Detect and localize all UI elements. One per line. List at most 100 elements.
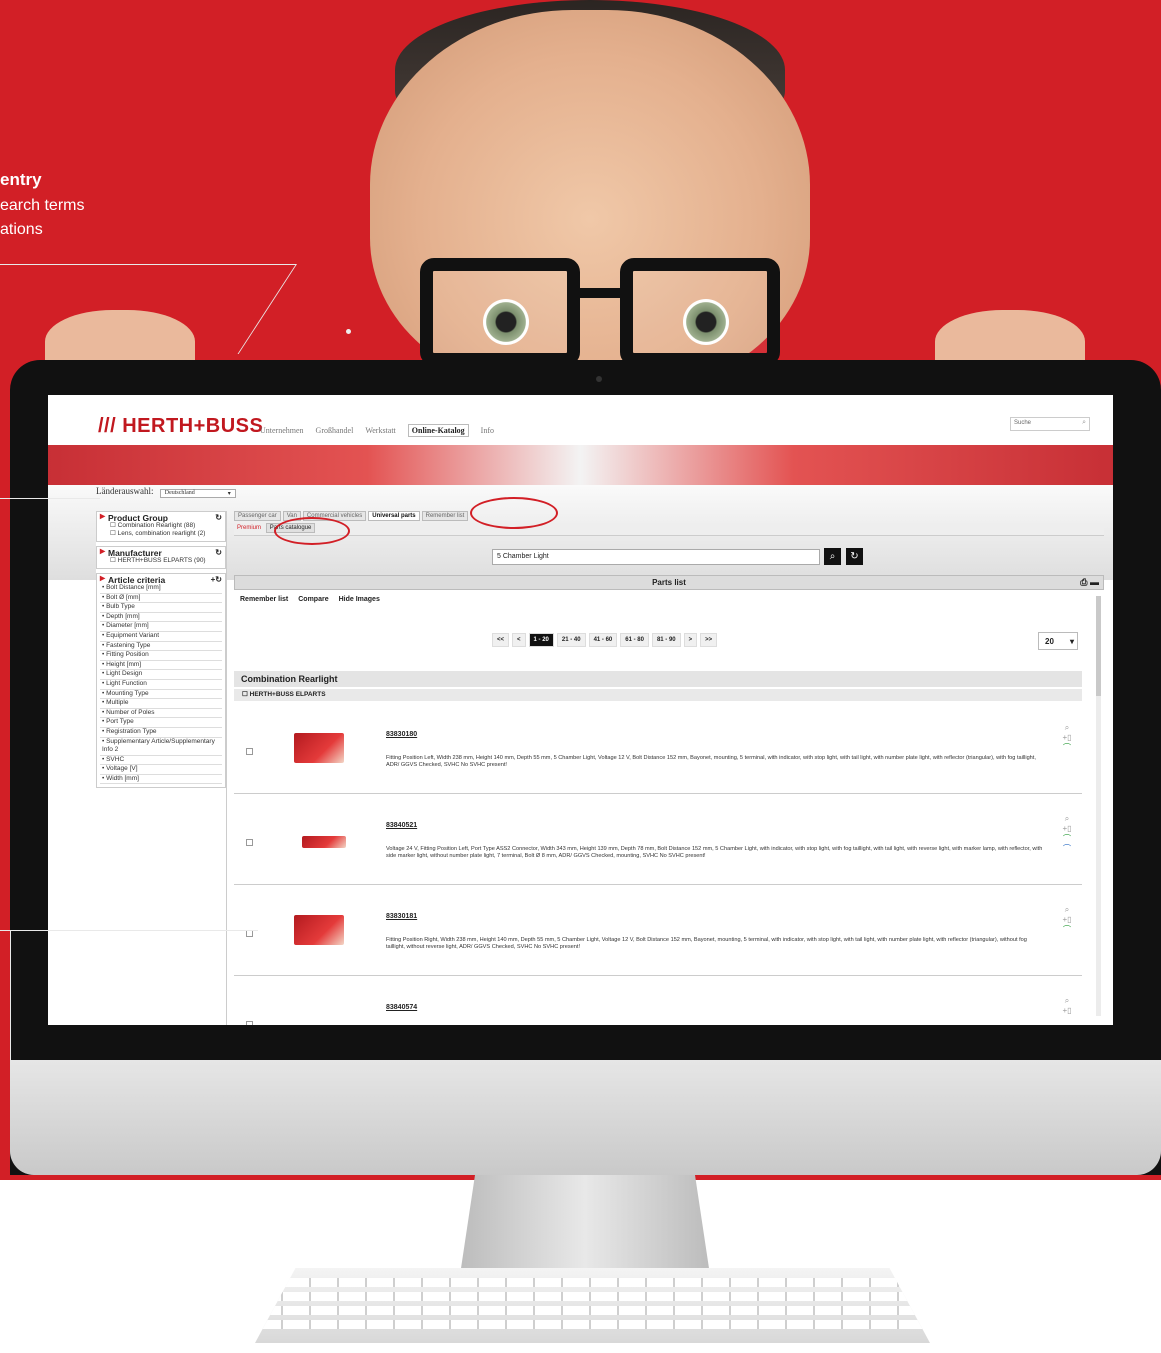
site-search-input[interactable]: Suche ⌕	[1010, 417, 1090, 431]
criteria-item[interactable]: • Registration Type	[100, 728, 222, 738]
page-61-80[interactable]: 61 - 80	[620, 633, 649, 647]
criteria-item[interactable]: • Bulb Type	[100, 603, 222, 613]
article-checkbox[interactable]	[246, 839, 253, 846]
criteria-item[interactable]: • Supplementary Article/Supplementary In…	[100, 738, 222, 756]
nav-item-grosshandel[interactable]: Großhandel	[316, 426, 354, 437]
fitment-icon[interactable]: ⌒	[1060, 925, 1074, 935]
article-description: Fitting Position Right, Width 238 mm, He…	[386, 937, 1027, 950]
page-last[interactable]: >>	[700, 633, 718, 647]
page-next[interactable]: >	[683, 633, 698, 647]
criteria-item[interactable]: • Port Type	[100, 718, 222, 728]
fitment-icon[interactable]: ⌒	[1060, 743, 1074, 753]
article-row: 83840521 Voltage 24 V, Fitting Position …	[234, 794, 1082, 885]
article-image[interactable]	[294, 915, 344, 945]
fitment-icon[interactable]: ⌒	[1060, 834, 1074, 844]
hide-images-button[interactable]: Hide Images	[339, 596, 380, 603]
site-search-placeholder: Suche	[1014, 420, 1032, 426]
nav-item-info[interactable]: Info	[481, 426, 494, 437]
add-icon[interactable]: +▯	[1060, 1006, 1074, 1016]
criteria-item[interactable]: • Bolt Distance [mm]	[100, 584, 222, 594]
add-icon[interactable]: +▯	[1060, 915, 1074, 925]
parts-list-header: Parts list ⎙ ▬	[234, 575, 1104, 590]
criteria-item[interactable]: • Depth [mm]	[100, 613, 222, 623]
criteria-item[interactable]: • Height [mm]	[100, 661, 222, 671]
filter-option[interactable]: ☐ Lens, combination rearlight (2)	[100, 530, 222, 538]
logo[interactable]: /// HERTH+BUSS	[98, 415, 263, 438]
article-number[interactable]: 83840521	[386, 822, 417, 829]
criteria-list: • Bolt Distance [mm] • Bolt Ø [mm] • Bulb …	[100, 584, 222, 785]
criteria-item[interactable]: • Multiple	[100, 699, 222, 709]
criteria-item[interactable]: • Fitting Position	[100, 651, 222, 661]
page-prev[interactable]: <	[512, 633, 526, 647]
parts-search-input[interactable]: 5 Chamber Light	[492, 549, 820, 565]
add-icon[interactable]: +▯	[1060, 824, 1074, 834]
criteria-item[interactable]: • SVHC	[100, 756, 222, 766]
tab-passenger-car[interactable]: Passenger car	[234, 511, 281, 521]
reset-icon[interactable]: +↻	[211, 576, 222, 584]
reset-icon[interactable]: ↻	[215, 514, 222, 522]
nav-item-online-katalog[interactable]: Online-Katalog	[407, 424, 469, 437]
article-number[interactable]: 83840574	[386, 1004, 417, 1011]
subtab-premium[interactable]: Premium	[234, 524, 264, 532]
page-41-60[interactable]: 41 - 60	[588, 633, 618, 647]
zoom-icon[interactable]: ⌕	[1060, 905, 1074, 915]
camera-icon	[596, 376, 602, 382]
article-image[interactable]	[294, 1006, 344, 1025]
criteria-item[interactable]: • Light Function	[100, 680, 222, 690]
nav-item-unternehmen[interactable]: Unternehmen	[260, 426, 304, 437]
callout-leader-line	[0, 930, 258, 931]
remember-list-button[interactable]: Remember list	[240, 596, 288, 603]
criteria-item[interactable]: • Bolt Ø [mm]	[100, 594, 222, 604]
page-81-90[interactable]: 81 - 90	[651, 633, 681, 647]
article-checkbox[interactable]	[246, 748, 253, 755]
criteria-item[interactable]: • Fastening Type	[100, 642, 222, 652]
monitor-stand	[460, 1175, 710, 1275]
zoom-icon[interactable]: ⌕	[1060, 723, 1074, 733]
article-description: Fitting Position Left, Width 238 mm, Hei…	[386, 755, 1036, 768]
search-icon[interactable]: ⌕	[824, 548, 841, 565]
criteria-item[interactable]: • Equipment Variant	[100, 632, 222, 642]
criteria-item[interactable]: • Mounting Type	[100, 690, 222, 700]
filter-option[interactable]: ☐ HERTH+BUSS ELPARTS (90)	[100, 557, 222, 565]
criteria-item[interactable]: • Voltage [V]	[100, 765, 222, 775]
nav-item-werkstatt[interactable]: Werkstatt	[365, 426, 395, 437]
article-row: 83830180 Fitting Position Left, Width 23…	[234, 703, 1082, 794]
print-icon[interactable]: ⎙ ▬	[1080, 576, 1099, 589]
zoom-icon[interactable]: ⌕	[1060, 814, 1074, 824]
article-actions: ⌕ +▯ ⌒	[1060, 723, 1074, 753]
keyboard	[255, 1268, 930, 1343]
article-image[interactable]	[294, 733, 344, 763]
article-number[interactable]: 83830180	[386, 731, 417, 738]
criteria-item[interactable]: • Width [mm]	[100, 775, 222, 785]
article-actions: ⌕ +▯ ⌒	[1060, 905, 1074, 935]
filter-option[interactable]: ☐ Combination Rearlight (88)	[100, 522, 222, 530]
scrollbar[interactable]	[1096, 596, 1101, 1016]
article-actions: ⌕ +▯ ⌒ ⌒	[1060, 814, 1074, 854]
article-number[interactable]: 83830181	[386, 913, 417, 920]
compare-button[interactable]: Compare	[298, 596, 328, 603]
article-checkbox[interactable]	[246, 930, 253, 937]
page-1-20[interactable]: 1 - 20	[528, 633, 554, 647]
parts-toolbar: Remember list Compare Hide Images	[240, 596, 380, 603]
vehicle-tabs: Passenger car Van Commercial vehicles Un…	[234, 511, 1104, 521]
country-select[interactable]: Deutschland ▾	[159, 489, 236, 498]
callout-leader-line	[10, 930, 11, 1060]
per-page-select[interactable]: 20 ▾	[1038, 632, 1078, 650]
article-checkbox[interactable]	[246, 1021, 253, 1025]
page-first[interactable]: <<	[492, 633, 510, 647]
filter-sidebar: Product Group ↻ ☐ Combination Rearlight (…	[96, 511, 227, 1025]
reset-icon[interactable]: ↻	[215, 549, 222, 557]
criteria-item[interactable]: • Diameter [mm]	[100, 622, 222, 632]
zoom-icon[interactable]: ⌕	[1060, 996, 1074, 1006]
manufacturer-title: Manufacturer	[108, 548, 162, 558]
add-icon[interactable]: +▯	[1060, 733, 1074, 743]
search-icon[interactable]: ⌕	[1082, 419, 1086, 427]
criteria-item[interactable]: • Number of Poles	[100, 709, 222, 719]
reset-search-icon[interactable]: ↻	[846, 548, 863, 565]
article-image[interactable]	[294, 824, 346, 854]
fitment-icon[interactable]: ⌒	[1060, 844, 1074, 854]
criteria-item[interactable]: • Light Design	[100, 670, 222, 680]
page-21-40[interactable]: 21 - 40	[556, 633, 586, 647]
tab-universal-parts[interactable]: Universal parts	[368, 511, 420, 521]
tab-remember-list[interactable]: Remember list	[421, 511, 469, 521]
